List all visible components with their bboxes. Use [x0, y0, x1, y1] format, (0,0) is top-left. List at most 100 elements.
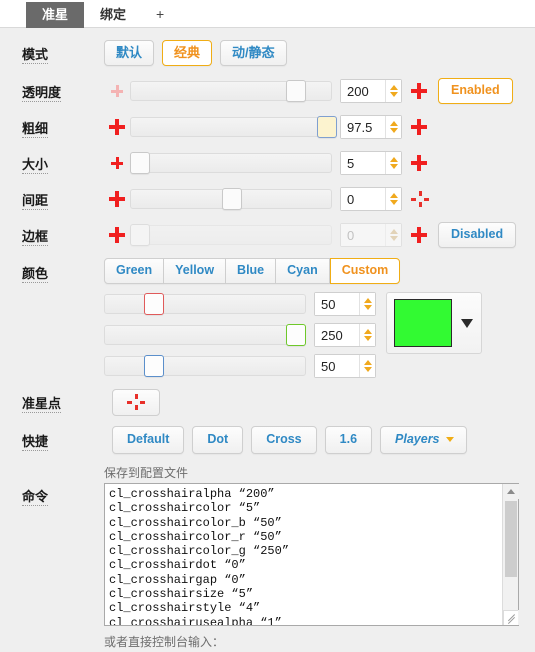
plus-icon-right-size[interactable]	[410, 154, 428, 172]
plus-icon-left-thickness[interactable]	[108, 118, 126, 136]
alpha-value[interactable]: 200	[341, 80, 385, 102]
alpha-spinner[interactable]	[385, 80, 401, 102]
plus-icon-right-outline[interactable]	[410, 226, 428, 244]
blue-slider-knob[interactable]	[144, 355, 164, 377]
plus-icon-small-left[interactable]	[108, 82, 126, 100]
thickness-spinner[interactable]	[385, 116, 401, 138]
label-command-text: 命令	[22, 489, 49, 506]
scroll-up-button[interactable]	[502, 484, 519, 499]
size-controls: 5	[104, 151, 529, 175]
label-alpha-text: 透明度	[22, 84, 62, 102]
tab-crosshair[interactable]: 准星	[26, 2, 85, 28]
crosshair-icon-right-gap[interactable]	[410, 190, 430, 208]
outline-slider[interactable]	[130, 224, 332, 246]
size-slider-knob[interactable]	[130, 152, 150, 174]
thickness-number-input[interactable]: 97.5	[340, 115, 402, 139]
crosshair-dot-top	[134, 394, 138, 399]
blue-value[interactable]: 50	[315, 355, 359, 377]
settings-panel: 模式 默认 经典 动/静态 透明度 200 Enabled 粗细 97.5 大小…	[0, 28, 535, 652]
green-number-input[interactable]: 250	[314, 323, 376, 347]
plus-icon-left-gap[interactable]	[108, 190, 126, 208]
gap-number-input[interactable]: 0	[340, 187, 402, 211]
label-command: 命令	[0, 464, 104, 506]
mode-button-default[interactable]: 默认	[104, 40, 155, 66]
red-spinner-up[interactable]	[363, 298, 372, 303]
mode-controls: 默认 经典 动/静态	[104, 40, 529, 66]
size-spinner[interactable]	[385, 152, 401, 174]
blue-spinner-down[interactable]	[363, 367, 372, 372]
blue-spinner[interactable]	[359, 355, 375, 377]
mode-button-dynamic-static[interactable]: 动/静态	[220, 40, 287, 66]
thickness-spinner-down[interactable]	[389, 128, 398, 133]
alpha-slider-knob[interactable]	[286, 80, 306, 102]
color-swatch[interactable]	[394, 299, 452, 347]
red-spinner-down[interactable]	[363, 305, 372, 310]
scroll-thumb[interactable]	[505, 501, 517, 577]
config-scrollbar[interactable]	[502, 484, 519, 625]
shortcut-button-default[interactable]: Default	[112, 426, 185, 454]
chevron-down-icon-players[interactable]	[445, 437, 454, 442]
outline-value: 0	[341, 224, 385, 246]
thickness-slider[interactable]	[130, 116, 337, 138]
green-slider[interactable]	[104, 324, 306, 346]
center-dot-button[interactable]	[112, 388, 160, 416]
label-outline: 边框	[0, 226, 104, 246]
add-tab-button[interactable]: +	[142, 2, 178, 28]
color-button-cyan[interactable]: Cyan	[276, 258, 330, 284]
blue-spinner-up[interactable]	[363, 360, 372, 365]
green-spinner-up[interactable]	[363, 329, 372, 334]
green-spinner-down[interactable]	[363, 336, 372, 341]
red-value[interactable]: 50	[315, 293, 359, 315]
shortcut-button-dot[interactable]: Dot	[192, 426, 244, 454]
mode-button-classic[interactable]: 经典	[162, 40, 213, 66]
gap-spinner-down[interactable]	[389, 200, 398, 205]
plus-icon-left-outline[interactable]	[108, 226, 126, 244]
resize-grip-icon[interactable]	[503, 610, 518, 625]
chevron-down-icon[interactable]	[461, 318, 473, 328]
alpha-enabled-toggle[interactable]: Enabled	[438, 78, 513, 104]
alpha-spinner-up[interactable]	[389, 85, 398, 90]
outline-disabled-toggle[interactable]: Disabled	[438, 222, 517, 248]
color-controls: Green Yellow Blue Cyan Custom 50 250 50	[104, 258, 529, 378]
alpha-spinner-down[interactable]	[389, 92, 398, 97]
size-spinner-up[interactable]	[389, 157, 398, 162]
thickness-slider-knob[interactable]	[317, 116, 337, 138]
gap-value[interactable]: 0	[341, 188, 385, 210]
color-button-yellow[interactable]: Yellow	[164, 258, 227, 284]
color-preview[interactable]	[386, 292, 482, 354]
green-slider-knob[interactable]	[286, 324, 306, 346]
plus-icon-right-thickness[interactable]	[410, 118, 428, 136]
blue-slider[interactable]	[104, 355, 306, 377]
plus-icon-right-alpha[interactable]	[410, 82, 428, 100]
alpha-slider[interactable]	[130, 80, 332, 102]
shortcut-button-1-6[interactable]: 1.6	[324, 426, 373, 454]
gap-slider-knob[interactable]	[222, 188, 242, 210]
size-number-input[interactable]: 5	[340, 151, 402, 175]
red-spinner[interactable]	[359, 293, 375, 315]
blue-number-input[interactable]: 50	[314, 354, 376, 378]
size-spinner-down[interactable]	[389, 164, 398, 169]
outline-slider-knob[interactable]	[130, 224, 150, 246]
thickness-value[interactable]: 97.5	[341, 116, 385, 138]
alpha-number-input[interactable]: 200	[340, 79, 402, 103]
gap-spinner[interactable]	[385, 188, 401, 210]
config-textarea[interactable]: cl_crosshairalpha “200” cl_crosshaircolo…	[105, 484, 502, 625]
gap-spinner-up[interactable]	[389, 193, 398, 198]
color-button-custom[interactable]: Custom	[329, 258, 401, 284]
green-spinner[interactable]	[359, 324, 375, 346]
plus-icon-left-size[interactable]	[108, 154, 126, 172]
color-button-blue[interactable]: Blue	[226, 258, 277, 284]
config-textarea-wrapper[interactable]: cl_crosshairalpha “200” cl_crosshaircolo…	[104, 483, 519, 626]
color-button-green[interactable]: Green	[104, 258, 165, 284]
shortcut-button-players[interactable]: Players	[380, 426, 467, 454]
size-slider[interactable]	[130, 152, 332, 174]
red-slider[interactable]	[104, 293, 306, 315]
tab-binds[interactable]: 绑定	[84, 2, 142, 28]
red-slider-knob[interactable]	[144, 293, 164, 315]
green-value[interactable]: 250	[315, 324, 359, 346]
gap-slider[interactable]	[130, 188, 332, 210]
size-value[interactable]: 5	[341, 152, 385, 174]
red-number-input[interactable]: 50	[314, 292, 376, 316]
shortcut-button-cross[interactable]: Cross	[251, 426, 317, 454]
thickness-spinner-up[interactable]	[389, 121, 398, 126]
